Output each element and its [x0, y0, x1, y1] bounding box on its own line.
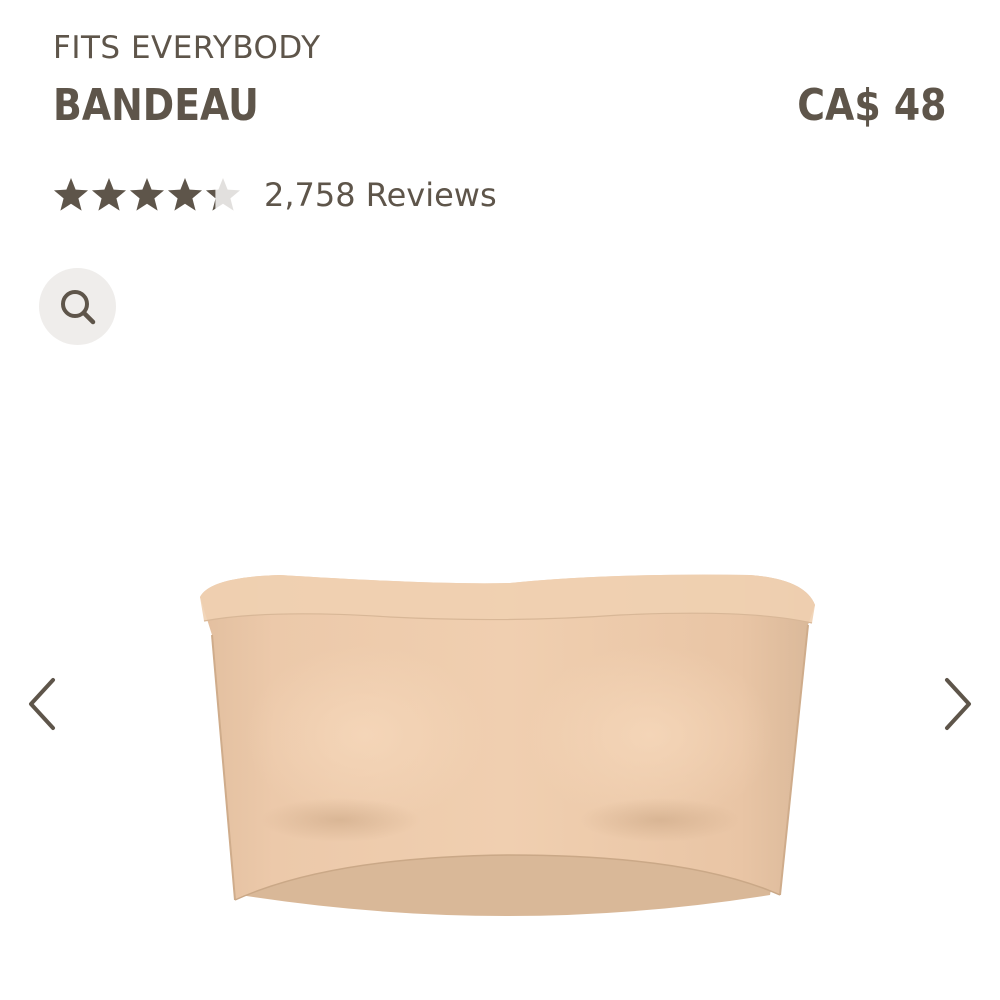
zoom-button[interactable]	[39, 268, 116, 345]
star-rating	[52, 176, 242, 214]
reviews-link[interactable]: 2,758 Reviews	[264, 176, 497, 214]
chevron-left-icon	[29, 678, 55, 730]
product-page: FITS EVERYBODY BANDEAU CA$ 48 2,758 Revi…	[0, 0, 1000, 1000]
star-icon	[130, 178, 164, 211]
chevron-right-icon	[945, 678, 971, 730]
collection-label: FITS EVERYBODY	[53, 30, 321, 66]
search-icon	[60, 289, 95, 324]
next-image-button[interactable]	[938, 672, 978, 736]
star-icon	[92, 178, 126, 211]
rating-summary[interactable]: 2,758 Reviews	[52, 176, 497, 214]
product-price: CA$ 48	[797, 80, 947, 131]
star-icon	[206, 178, 240, 211]
previous-image-button[interactable]	[22, 672, 62, 736]
bandeau-product-image	[190, 565, 820, 930]
product-title: BANDEAU	[53, 80, 259, 131]
star-icon	[54, 178, 88, 211]
star-icon	[168, 178, 202, 211]
